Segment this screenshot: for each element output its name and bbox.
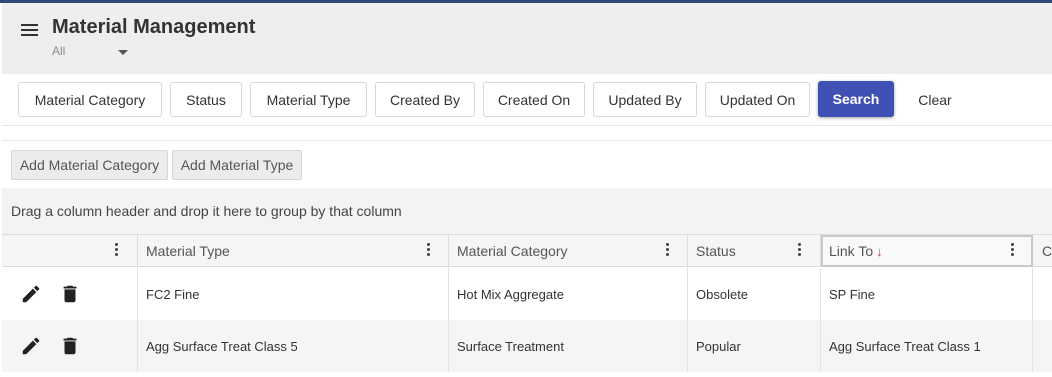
column-header-status[interactable]: Status — [688, 235, 821, 267]
column-header-label: Link To — [829, 243, 874, 259]
pencil-edit-icon[interactable] — [20, 335, 42, 357]
material-type-value: FC2 Fine — [146, 287, 200, 302]
column-header-link-to[interactable]: Link To ↓ — [821, 235, 1033, 267]
status-cell: Popular — [688, 320, 821, 372]
action-bar: Add Material Category Add Material Type — [2, 142, 1052, 188]
filter-bar: Material Category Status Material Type C… — [2, 74, 1052, 125]
hamburger-menu-icon[interactable] — [20, 22, 40, 38]
filter-created-on-button[interactable]: Created On — [483, 82, 585, 117]
clear-button[interactable]: Clear — [910, 82, 960, 117]
column-menu-icon[interactable] — [795, 241, 805, 259]
link-to-cell: Agg Surface Treat Class 1 — [821, 320, 1033, 372]
add-material-type-button[interactable]: Add Material Type — [172, 150, 302, 180]
link-to-value: SP Fine — [829, 287, 876, 302]
sort-descending-icon: ↓ — [876, 244, 883, 259]
link-to-value: Agg Surface Treat Class 1 — [829, 339, 981, 354]
material-category-value: Surface Treatment — [457, 339, 564, 354]
filter-created-by-button[interactable]: Created By — [375, 82, 475, 117]
column-header-material-category[interactable]: Material Category — [449, 235, 688, 267]
filter-updated-by-button[interactable]: Updated By — [593, 82, 697, 117]
link-to-cell: SP Fine — [821, 268, 1033, 320]
row-actions-cell — [2, 268, 138, 320]
status-value: Obsolete — [696, 287, 749, 302]
page-header: Material Management All — [2, 3, 1052, 74]
filter-status-button[interactable]: Status — [170, 82, 242, 117]
group-hint-text: Drag a column header and drop it here to… — [11, 203, 402, 219]
column-menu-icon[interactable] — [112, 241, 122, 259]
column-header-label: Status — [696, 243, 736, 259]
material-type-cell: Agg Surface Treat Class 5 — [138, 320, 449, 372]
column-menu-icon[interactable] — [663, 241, 673, 259]
column-header-truncated[interactable]: C — [1033, 235, 1052, 267]
page-title: Material Management — [52, 16, 256, 38]
table-row[interactable]: Agg Surface Treat Class 5 Surface Treatm… — [2, 320, 1052, 372]
pencil-edit-icon[interactable] — [20, 283, 42, 305]
row-actions-cell — [2, 320, 138, 372]
status-value: Popular — [696, 339, 741, 354]
search-button[interactable]: Search — [818, 81, 894, 117]
chevron-down-icon — [118, 50, 128, 55]
material-category-value: Hot Mix Aggregate — [457, 287, 564, 302]
column-header-label-wrap: Link To ↓ — [829, 243, 883, 259]
group-drop-zone[interactable]: Drag a column header and drop it here to… — [2, 188, 1052, 234]
material-type-value: Agg Surface Treat Class 5 — [146, 339, 298, 354]
material-type-cell: FC2 Fine — [138, 268, 449, 320]
column-header-label: Material Type — [146, 243, 230, 259]
column-menu-icon[interactable] — [1008, 241, 1018, 259]
trash-delete-icon[interactable] — [59, 335, 81, 357]
section-divider — [2, 125, 1052, 141]
trash-delete-icon[interactable] — [59, 283, 81, 305]
scope-dropdown[interactable]: All — [51, 43, 133, 63]
status-cell: Obsolete — [688, 268, 821, 320]
table-row[interactable]: FC2 Fine Hot Mix Aggregate Obsolete SP F… — [2, 268, 1052, 320]
grid-header-row: Material Type Material Category Status L… — [2, 234, 1052, 267]
add-material-category-button[interactable]: Add Material Category — [11, 150, 168, 180]
material-category-cell: Surface Treatment — [449, 320, 688, 372]
column-header-material-type[interactable]: Material Type — [138, 235, 449, 267]
column-header-label: C — [1042, 243, 1052, 259]
column-header-actions[interactable] — [2, 235, 138, 267]
filter-updated-on-button[interactable]: Updated On — [705, 82, 810, 117]
filter-material-category-button[interactable]: Material Category — [18, 82, 162, 117]
column-header-label: Material Category — [457, 243, 568, 259]
filter-material-type-button[interactable]: Material Type — [250, 82, 367, 117]
column-menu-icon[interactable] — [424, 241, 434, 259]
material-category-cell: Hot Mix Aggregate — [449, 268, 688, 320]
scope-dropdown-value: All — [52, 44, 66, 58]
